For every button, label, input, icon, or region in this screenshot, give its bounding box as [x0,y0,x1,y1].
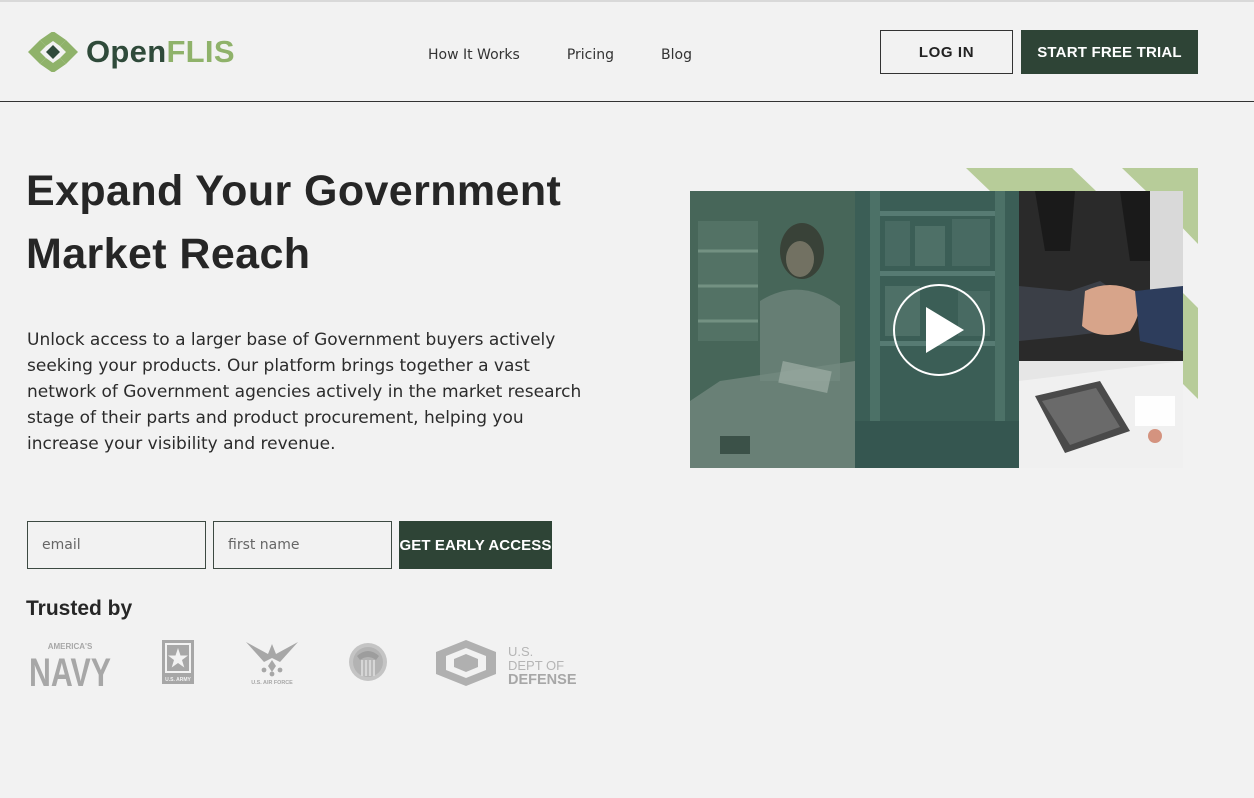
army-logo-icon: U.S. ARMY [162,640,194,684]
play-icon[interactable] [892,283,986,377]
first-name-input[interactable] [213,521,392,569]
main-nav: How It Works Pricing Blog [428,46,739,64]
brand-logo[interactable]: OpenFLIS [26,32,235,72]
openflis-logo-icon [28,32,78,72]
hero-description: Unlock access to a larger base of Govern… [27,330,582,454]
brand-name-flis: FLIS [166,34,235,69]
trusted-by-heading: Trusted by [26,597,133,620]
early-access-form: GET EARLY ACCESS [27,521,552,569]
navy-logo-main-text: NAVY [29,651,111,688]
get-early-access-button[interactable]: GET EARLY ACCESS [399,521,552,569]
dla-seal-logo-icon [349,643,387,681]
brand-name-open: Open [86,34,167,69]
air-force-logo-icon: U.S. AIR FORCE [246,642,298,686]
hero-title: Expand Your Government Market Reach [26,160,626,286]
start-free-trial-button[interactable]: START FREE TRIAL [1021,30,1198,74]
navy-logo-top-text: AMERICA'S [48,642,93,651]
navy-logo-icon: AMERICA'S NAVY [29,642,111,688]
dod-logo-text-line2: DEPT OF [508,658,564,673]
army-logo-text: U.S. ARMY [165,677,191,683]
hero-title-line2: Market Reach [26,230,311,278]
dod-logo-text-line3: DEFENSE [508,672,577,686]
site-header: OpenFLIS How It Works Pricing Blog LOG I… [0,2,1254,102]
nav-how-it-works[interactable]: How It Works [428,46,520,64]
hero-title-line1: Expand Your Government [26,167,562,215]
dod-logo-text-line1: U.S. [508,644,533,659]
video-player[interactable] [690,191,1183,468]
email-input[interactable] [27,521,206,569]
nav-blog[interactable]: Blog [661,46,692,64]
dod-logo-icon: U.S. DEPT OF DEFENSE [436,640,577,686]
nav-pricing[interactable]: Pricing [567,46,614,64]
brand-name: OpenFLIS [86,32,235,72]
login-button[interactable]: LOG IN [880,30,1013,74]
air-force-logo-text: U.S. AIR FORCE [251,680,293,686]
